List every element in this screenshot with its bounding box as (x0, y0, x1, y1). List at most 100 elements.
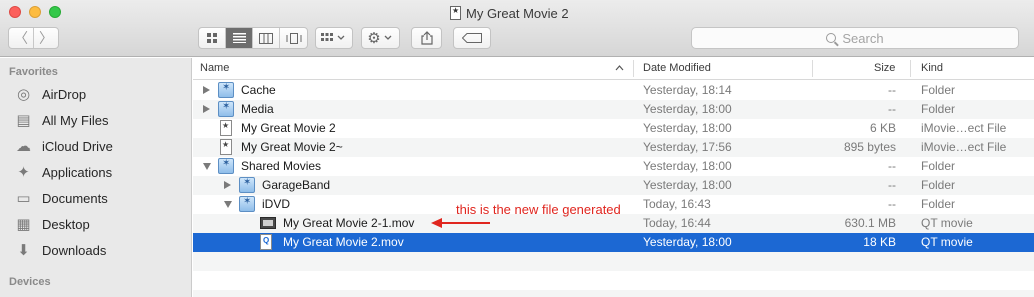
doc-icon (220, 120, 232, 136)
sidebar-item-label: Desktop (42, 216, 90, 232)
back-forward-group: 〈 〉 (8, 27, 59, 49)
folder-icon (239, 177, 255, 193)
tag-button[interactable] (453, 27, 491, 49)
zoom-window-button[interactable] (49, 6, 61, 18)
file-size: 895 bytes (843, 140, 896, 154)
sort-ascending-icon (615, 65, 624, 71)
list-view-icon (232, 33, 246, 43)
table-row[interactable]: My Great Movie 2.mov Yesterday, 18:00 18 K… (193, 233, 1034, 252)
desktop-icon: ▦ (16, 216, 31, 233)
share-button[interactable] (411, 27, 442, 49)
arrange-icon (321, 33, 345, 41)
file-kind: Folder (921, 102, 956, 116)
arrange-button[interactable] (315, 27, 353, 49)
icon-view-icon (206, 32, 217, 43)
forward-button[interactable]: 〉 (34, 28, 58, 48)
file-name: My Great Movie 2~ (241, 140, 343, 154)
cloud-icon: ☁ (16, 138, 31, 155)
table-row[interactable]: Shared Movies Yesterday, 18:00 -- Folder (193, 157, 1034, 176)
file-name: iDVD (262, 197, 291, 211)
file-date: Yesterday, 18:00 (643, 102, 732, 116)
list-view-button[interactable] (226, 28, 253, 48)
column-kind[interactable]: Kind (921, 62, 943, 74)
sidebar-item-documents[interactable]: ▭ Documents (14, 187, 107, 209)
file-size: -- (888, 197, 896, 211)
empty-row (193, 271, 1034, 290)
file-name: My Great Movie 2.mov (283, 235, 404, 249)
downloads-icon: ⬇ (17, 242, 30, 259)
tag-icon (462, 33, 482, 43)
file-kind: Folder (921, 197, 956, 211)
file-name: Media (241, 102, 274, 116)
column-size[interactable]: Size (874, 62, 895, 74)
file-date: Yesterday, 17:56 (643, 140, 732, 154)
search-placeholder: Search (842, 30, 884, 46)
file-size: 18 KB (863, 235, 896, 249)
sidebar-item-label: Applications (42, 164, 113, 180)
file-rows: Cache Yesterday, 18:14 -- Folder Media Yester… (193, 81, 1034, 297)
empty-row (193, 290, 1034, 297)
file-size: -- (888, 159, 896, 173)
disclosure-closed-icon[interactable] (203, 105, 210, 113)
sidebar-item-label: Downloads (42, 242, 107, 258)
devices-heading: Devices (9, 276, 51, 288)
empty-row (193, 252, 1034, 271)
disclosure-closed-icon[interactable] (203, 86, 210, 94)
sidebar-item-label: AirDrop (42, 86, 87, 102)
column-header: Name Date Modified Size Kind (193, 58, 1034, 80)
file-date: Yesterday, 18:14 (643, 83, 732, 97)
file-date: Yesterday, 18:00 (643, 159, 732, 173)
back-button[interactable]: 〈 (9, 28, 33, 48)
minimize-window-button[interactable] (29, 6, 41, 18)
close-window-button[interactable] (9, 6, 21, 18)
table-row[interactable]: GarageBand Yesterday, 18:00 -- Folder (193, 176, 1034, 195)
file-kind: QT movie (921, 216, 973, 230)
file-kind: Folder (921, 83, 956, 97)
table-row[interactable]: Cache Yesterday, 18:14 -- Folder (193, 81, 1034, 100)
sidebar-item-desktop[interactable]: ▦ Desktop (14, 213, 90, 235)
disclosure-open-icon[interactable] (203, 163, 211, 170)
file-size: -- (888, 178, 896, 192)
sidebar-item-applications[interactable]: ✦ Applications (14, 161, 112, 183)
folder-icon (218, 158, 234, 174)
cover-flow-button[interactable] (280, 28, 307, 48)
file-date: Yesterday, 18:00 (643, 121, 732, 135)
file-name: GarageBand (262, 178, 331, 192)
window-title-text: My Great Movie 2 (466, 5, 569, 21)
airdrop-icon: ◎ (16, 86, 31, 103)
sidebar-item-airdrop[interactable]: ◎ AirDrop (14, 83, 86, 105)
disclosure-closed-icon[interactable] (224, 181, 231, 189)
file-kind: QT movie (921, 235, 973, 249)
sidebar-item-downloads[interactable]: ⬇ Downloads (14, 239, 106, 261)
sidebar-item-icloud-drive[interactable]: ☁ iCloud Drive (14, 135, 113, 157)
table-row[interactable]: My Great Movie 2 Yesterday, 18:00 6 KB iMov… (193, 119, 1034, 138)
file-list: Name Date Modified Size Kind Cache Yester… (193, 58, 1034, 297)
annotation-text: this is the new file generated (456, 202, 621, 217)
column-view-button[interactable] (253, 28, 280, 48)
column-date[interactable]: Date Modified (643, 62, 711, 74)
icon-view-button[interactable] (199, 28, 226, 48)
folder-icon (239, 196, 255, 212)
file-size: 630.1 MB (844, 216, 896, 230)
disclosure-open-icon[interactable] (224, 201, 232, 208)
document-icon (450, 6, 461, 20)
file-date: Today, 16:43 (643, 197, 711, 211)
gear-icon: ⚙ (367, 30, 381, 47)
table-row[interactable]: My Great Movie 2~ Yesterday, 17:56 895 byt… (193, 138, 1034, 157)
file-kind: iMovie…ect File (921, 140, 1007, 154)
favorites-heading: Favorites (9, 66, 58, 78)
share-icon (420, 31, 433, 45)
action-button[interactable]: ⚙ (361, 27, 400, 49)
file-name: My Great Movie 2-1.mov (283, 216, 415, 230)
doc-icon (220, 139, 232, 155)
folder-icon (218, 82, 234, 98)
file-kind: Folder (921, 178, 956, 192)
applications-icon: ✦ (17, 164, 30, 181)
toolbar: My Great Movie 2 〈 〉 (0, 0, 1034, 57)
column-name[interactable]: Name (200, 62, 229, 74)
sidebar-item-all-my-files[interactable]: ▤ All My Files (14, 109, 108, 131)
file-kind: iMovie…ect File (921, 121, 1007, 135)
file-size: -- (888, 83, 896, 97)
search-input[interactable]: Search (691, 27, 1019, 49)
table-row[interactable]: Media Yesterday, 18:00 -- Folder (193, 100, 1034, 119)
